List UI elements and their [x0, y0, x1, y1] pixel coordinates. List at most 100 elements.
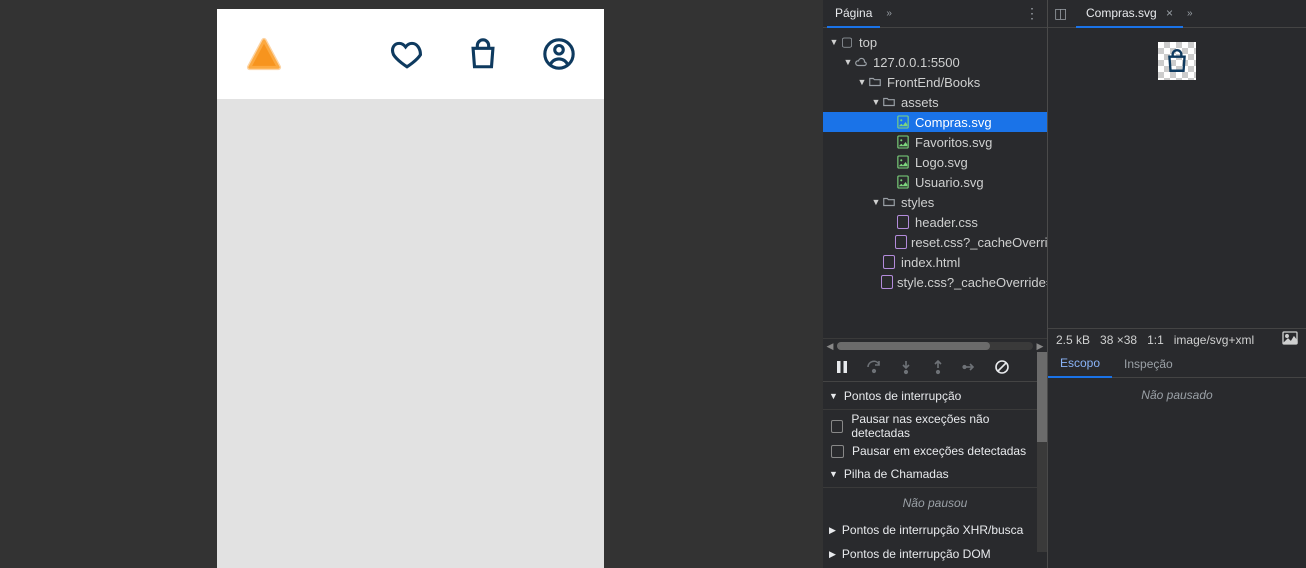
css-file-icon	[895, 234, 907, 250]
step-over-button[interactable]	[863, 356, 885, 378]
close-icon[interactable]: ×	[1166, 6, 1173, 20]
tree-label: styles	[901, 195, 934, 210]
file-tree[interactable]: ▼ ▢ top ▼ 127.0.0.1:5500 ▼ FrontEn	[823, 28, 1047, 338]
checkbox-label: Pausar em exceções detectadas	[852, 444, 1026, 458]
xhr-breakpoints-section[interactable]: ▶ Pontos de interrupção XHR/busca	[823, 518, 1047, 542]
html-file-icon	[881, 254, 897, 270]
horizontal-scrollbar[interactable]: ◀ ▶	[823, 338, 1047, 352]
tree-label: top	[859, 35, 877, 50]
image-statusbar: 2.5 kB 38 ×38 1:1 image/svg+xml	[1048, 328, 1306, 350]
chevron-down-icon: ▼	[829, 469, 838, 479]
deactivate-breakpoints-button[interactable]	[991, 356, 1013, 378]
tab-label: Compras.svg	[1086, 6, 1157, 20]
devtools: Página » ⋮ ▼ ▢ top ▼ 127.0.0.1:5500	[823, 0, 1306, 568]
css-file-icon	[881, 274, 893, 290]
image-file-icon	[895, 134, 911, 150]
preview-thumbnail	[1158, 42, 1196, 80]
checkbox-label: Pausar nas exceções não detectadas	[851, 412, 1039, 440]
breakpoints-section[interactable]: ▼ Pontos de interrupção	[823, 382, 1047, 410]
pause-caught-checkbox[interactable]: Pausar em exceções detectadas	[823, 442, 1047, 460]
editor-tab[interactable]: Compras.svg ×	[1076, 0, 1183, 28]
logo-icon	[245, 35, 283, 73]
scroll-left-icon[interactable]: ◀	[825, 341, 835, 351]
step-into-button[interactable]	[895, 356, 917, 378]
pause-uncaught-checkbox[interactable]: Pausar nas exceções não detectadas	[823, 410, 1047, 442]
pause-button[interactable]	[831, 356, 853, 378]
section-title: Pontos de interrupção XHR/busca	[842, 523, 1023, 537]
step-button[interactable]	[959, 356, 981, 378]
kebab-menu-icon[interactable]: ⋮	[1025, 5, 1043, 22]
scope-empty-message: Não pausado	[1048, 378, 1306, 412]
tree-node-top[interactable]: ▼ ▢ top	[823, 32, 1047, 52]
image-icon[interactable]	[1282, 331, 1298, 348]
tree-label: 127.0.0.1:5500	[873, 55, 960, 70]
section-title: Pontos de interrupção	[844, 389, 961, 403]
tree-file[interactable]: style.css?_cacheOverride=1	[823, 272, 1047, 292]
scroll-track[interactable]	[837, 342, 1033, 350]
tab-inspect[interactable]: Inspeção	[1112, 351, 1185, 377]
image-preview	[1048, 28, 1306, 328]
status-size: 2.5 kB	[1056, 333, 1090, 347]
scroll-thumb[interactable]	[1037, 352, 1047, 442]
image-file-icon	[895, 174, 911, 190]
tree-label: index.html	[901, 255, 960, 270]
callstack-section[interactable]: ▼ Pilha de Chamadas	[823, 460, 1047, 488]
checkbox-icon[interactable]	[831, 445, 844, 458]
status-mime: image/svg+xml	[1174, 333, 1254, 347]
dom-breakpoints-section[interactable]: ▶ Pontos de interrupção DOM	[823, 542, 1047, 566]
folder-icon	[881, 94, 897, 110]
scroll-right-icon[interactable]: ▶	[1035, 341, 1045, 351]
step-out-button[interactable]	[927, 356, 949, 378]
tree-file[interactable]: Favoritos.svg	[823, 132, 1047, 152]
chevron-right-icon: ▶	[829, 549, 836, 560]
sources-panel: Página » ⋮ ▼ ▢ top ▼ 127.0.0.1:5500	[823, 0, 1048, 568]
debugger-toolbar	[823, 352, 1047, 382]
section-title: Pontos de interrupção DOM	[842, 547, 991, 561]
dock-icon[interactable]: ◫	[1054, 5, 1076, 22]
css-file-icon	[895, 214, 911, 230]
heart-icon[interactable]	[390, 37, 424, 71]
tree-file[interactable]: Compras.svg	[823, 112, 1047, 132]
more-tabs-icon[interactable]: »	[886, 8, 892, 19]
tab-scope[interactable]: Escopo	[1048, 350, 1112, 378]
tree-file[interactable]: header.css	[823, 212, 1047, 232]
tree-file[interactable]: Usuario.svg	[823, 172, 1047, 192]
sources-tabs: Página » ⋮	[823, 0, 1047, 28]
cloud-icon	[853, 54, 869, 70]
tab-page[interactable]: Página	[827, 0, 880, 28]
page-preview-area	[0, 0, 823, 568]
tree-label: Compras.svg	[915, 115, 992, 130]
tree-label: header.css	[915, 215, 978, 230]
tree-label: assets	[901, 95, 939, 110]
window-icon: ▢	[839, 34, 855, 50]
more-tabs-icon[interactable]: »	[1187, 8, 1193, 19]
editor-tabs: ◫ Compras.svg × »	[1048, 0, 1306, 28]
section-title: Pilha de Chamadas	[844, 467, 949, 481]
header-action-icons	[390, 37, 576, 71]
rendered-page	[217, 9, 604, 568]
scope-tabs: Escopo Inspeção	[1048, 350, 1306, 378]
checkbox-icon[interactable]	[831, 420, 843, 433]
tree-node-assets[interactable]: ▼ assets	[823, 92, 1047, 112]
editor-panel: ◫ Compras.svg × » 2.5 kB 38 ×38 1:1 imag…	[1048, 0, 1306, 568]
tree-node-host[interactable]: ▼ 127.0.0.1:5500	[823, 52, 1047, 72]
tree-file[interactable]: Logo.svg	[823, 152, 1047, 172]
tree-file[interactable]: reset.css?_cacheOverride	[823, 232, 1047, 252]
status-dimensions: 38 ×38	[1100, 333, 1137, 347]
tree-node-folder[interactable]: ▼ FrontEnd/Books	[823, 72, 1047, 92]
user-icon[interactable]	[542, 37, 576, 71]
app-header	[217, 9, 604, 99]
tree-label: Favoritos.svg	[915, 135, 992, 150]
tree-node-styles[interactable]: ▼ styles	[823, 192, 1047, 212]
folder-icon	[881, 194, 897, 210]
vertical-scrollbar[interactable]	[1037, 352, 1047, 552]
tree-label: style.css?_cacheOverride=1	[897, 275, 1047, 290]
tree-label: Usuario.svg	[915, 175, 984, 190]
tree-label: reset.css?_cacheOverride	[911, 235, 1047, 250]
tree-label: FrontEnd/Books	[887, 75, 980, 90]
shopping-bag-icon[interactable]	[466, 37, 500, 71]
folder-icon	[867, 74, 883, 90]
chevron-down-icon: ▼	[829, 391, 838, 401]
scroll-thumb[interactable]	[837, 342, 990, 350]
tree-file[interactable]: index.html	[823, 252, 1047, 272]
